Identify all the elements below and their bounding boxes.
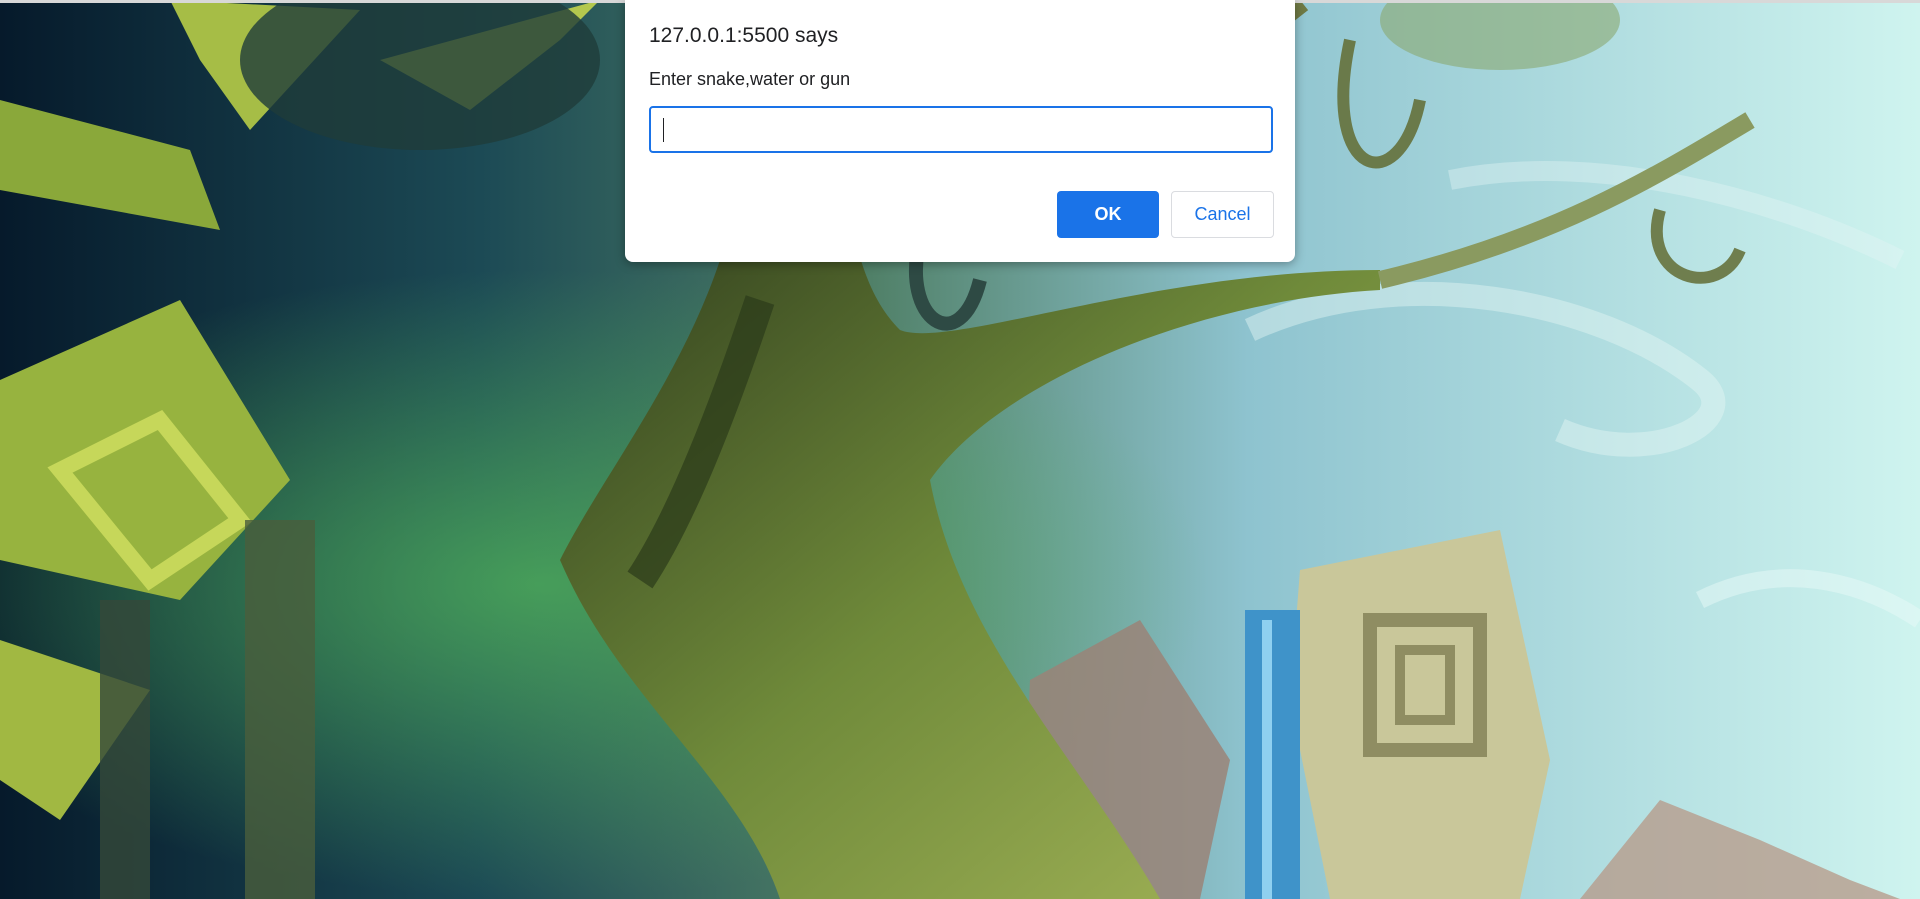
dialog-title: 127.0.0.1:5500 says <box>649 24 839 47</box>
page-background: 127.0.0.1:5500 says Enter snake,water or… <box>0 0 1920 899</box>
cancel-button[interactable]: Cancel <box>1171 191 1274 238</box>
prompt-input[interactable] <box>649 106 1273 153</box>
text-caret <box>663 118 664 142</box>
prompt-dialog: 127.0.0.1:5500 says Enter snake,water or… <box>625 0 1295 262</box>
dialog-message: Enter snake,water or gun <box>649 69 851 89</box>
ok-button[interactable]: OK <box>1057 191 1159 238</box>
